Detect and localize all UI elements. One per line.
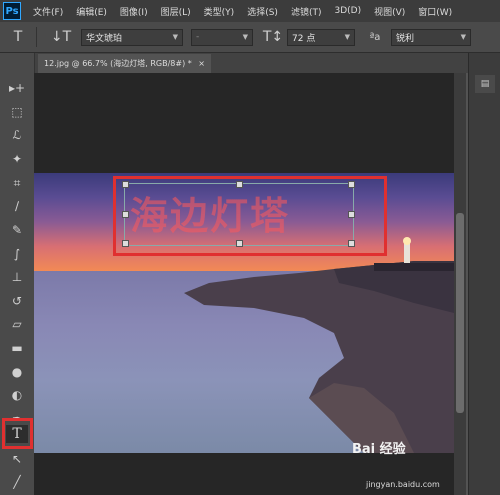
- blur-tool-icon[interactable]: ●: [6, 363, 28, 381]
- right-panel-dock: ▤: [468, 53, 500, 495]
- font-size-select[interactable]: 72 点 ▼: [287, 28, 355, 46]
- menu-file[interactable]: 文件(F): [33, 5, 63, 18]
- antialias-select[interactable]: 锐利 ▼: [391, 28, 471, 46]
- menu-window[interactable]: 窗口(W): [418, 5, 452, 18]
- menu-image[interactable]: 图像(I): [120, 5, 148, 18]
- history-brush-tool-icon[interactable]: ↺: [6, 292, 28, 310]
- healing-tool-icon[interactable]: ✎: [6, 221, 28, 239]
- document-tab-label: 12.jpg @ 66.7% (海边灯塔, RGB/8#) *: [44, 59, 192, 68]
- type-tool-highlight: [2, 418, 33, 449]
- brush-tool-icon[interactable]: ∫: [6, 245, 28, 263]
- eraser-tool-icon[interactable]: ▱: [6, 315, 28, 333]
- font-size-value: 72 点: [292, 33, 316, 44]
- move-tool-icon[interactable]: ▸+: [6, 79, 28, 97]
- text-highlight-frame: [113, 176, 387, 256]
- magic-wand-tool-icon[interactable]: ✦: [6, 150, 28, 168]
- line-tool-icon[interactable]: ╱: [6, 473, 28, 491]
- antialias-icon: ªa: [369, 31, 381, 43]
- options-bar: T ↓T 华文琥珀 ▼ - ▼ T↕ 72 点 ▼ ªa 锐利 ▼: [0, 22, 500, 53]
- chevron-down-icon: ▼: [172, 33, 178, 41]
- font-style-value: -: [196, 32, 200, 42]
- chevron-down-icon: ▼: [344, 33, 350, 41]
- chevron-down-icon: ▼: [460, 33, 466, 41]
- document-tab-strip: 12.jpg @ 66.7% (海边灯塔, RGB/8#) * ×: [34, 53, 468, 73]
- menu-select[interactable]: 选择(S): [247, 5, 278, 18]
- toggle-orientation-icon[interactable]: ↓T: [49, 29, 73, 45]
- marquee-tool-icon[interactable]: ⬚: [6, 103, 28, 121]
- lasso-tool-icon[interactable]: ℒ: [6, 126, 28, 144]
- document-canvas[interactable]: 海边灯塔: [34, 173, 454, 453]
- menu-3d[interactable]: 3D(D): [334, 6, 361, 16]
- stamp-tool-icon[interactable]: ⊥: [6, 268, 28, 286]
- baidu-watermark: Bai 经验: [352, 442, 406, 457]
- type-tool-preset-icon[interactable]: T: [6, 29, 30, 45]
- dodge-tool-icon[interactable]: ◐: [6, 386, 28, 404]
- font-family-value: 华文琥珀: [86, 33, 123, 44]
- menu-layer[interactable]: 图层(L): [161, 5, 191, 18]
- font-size-icon: T↕: [262, 29, 284, 45]
- font-style-select[interactable]: - ▼: [191, 28, 253, 46]
- panel-icon[interactable]: ▤: [475, 75, 495, 93]
- scrollbar-thumb[interactable]: [456, 213, 464, 413]
- antialias-value: 锐利: [396, 33, 415, 44]
- font-family-select[interactable]: 华文琥珀 ▼: [81, 28, 183, 46]
- document-tab[interactable]: 12.jpg @ 66.7% (海边灯塔, RGB/8#) * ×: [38, 54, 211, 73]
- separator: [36, 27, 37, 47]
- path-selection-tool-icon[interactable]: ↖: [6, 450, 28, 468]
- crop-tool-icon[interactable]: ⌗: [6, 174, 28, 192]
- chevron-down-icon: ▼: [242, 33, 248, 41]
- menu-view[interactable]: 视图(V): [374, 5, 405, 18]
- watermark-url: jingyan.baidu.com: [366, 480, 440, 489]
- tab-close-icon[interactable]: ×: [198, 59, 205, 68]
- gradient-tool-icon[interactable]: ▬: [6, 339, 28, 357]
- menu-filter[interactable]: 滤镜(T): [291, 5, 322, 18]
- menu-type[interactable]: 类型(Y): [204, 5, 235, 18]
- menu-bar: Ps 文件(F) 编辑(E) 图像(I) 图层(L) 类型(Y) 选择(S) 滤…: [0, 0, 500, 22]
- eyedropper-tool-icon[interactable]: ∕: [6, 197, 28, 215]
- photoshop-logo: Ps: [3, 2, 21, 20]
- menu-edit[interactable]: 编辑(E): [76, 5, 107, 18]
- vertical-scrollbar[interactable]: [454, 73, 466, 495]
